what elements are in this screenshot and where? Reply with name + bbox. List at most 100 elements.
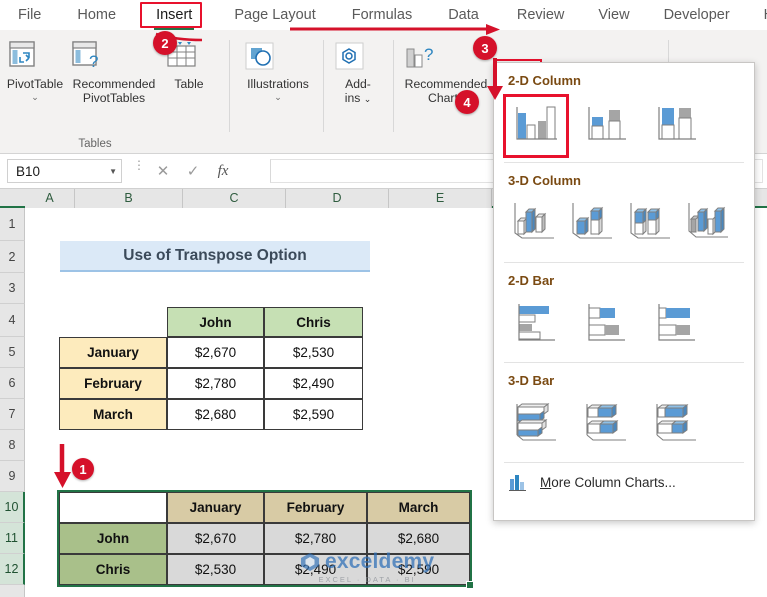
gallery-section-title-2d-bar: 2-D Bar — [508, 273, 555, 288]
gallery-item-100-stacked-bar[interactable] — [648, 294, 706, 352]
gallery-row-3d-column — [494, 192, 754, 262]
chevron-down-icon[interactable]: ⌄ — [240, 92, 316, 102]
source-table-header-john: John — [167, 307, 264, 337]
column-chart-gallery-dropdown[interactable]: 2-D Column 3-D Column 2-D Bar 3-D Bar Mo… — [493, 62, 755, 521]
cancel-x-icon[interactable]: ✕ — [148, 159, 178, 183]
gallery-item-3d-clustered-column[interactable] — [508, 194, 560, 252]
formula-bar-handle[interactable]: ⋮ — [133, 159, 145, 171]
illustrations-button[interactable]: Illustrations ⌄ — [240, 42, 316, 102]
gallery-item-clustered-column[interactable] — [508, 94, 566, 152]
tab-view[interactable]: View — [598, 3, 629, 27]
callout-arrow-column-chart — [290, 24, 500, 35]
source-table-cell-john-march: $2,680 — [167, 399, 264, 430]
recommended-pivottables-label: Recommended PivotTables — [72, 77, 156, 106]
tab-developer[interactable]: Developer — [664, 3, 730, 27]
more-charts-accel: M — [540, 474, 552, 490]
addins-icon — [330, 42, 386, 74]
row-header-4[interactable]: 4 — [0, 304, 25, 337]
source-table-row-label-february: February — [59, 368, 167, 399]
gallery-row-3d-bar — [494, 392, 754, 462]
recommended-pivottables-icon: ? — [68, 40, 160, 74]
column-header-d[interactable]: D — [286, 189, 389, 208]
transposed-table-header-january: January — [167, 492, 264, 523]
column-header-c[interactable]: C — [183, 189, 286, 208]
enter-check-icon[interactable]: ✓ — [178, 159, 208, 183]
gallery-item-3d-stacked-column[interactable] — [566, 194, 618, 252]
row-header-8[interactable]: 8 — [0, 430, 25, 461]
gallery-row-2d-bar — [494, 292, 754, 362]
transposed-table-cell-john-january: $2,670 — [167, 523, 264, 554]
addins-label: Add- — [345, 77, 371, 91]
tab-file[interactable]: File — [18, 3, 41, 27]
row-header-6[interactable]: 6 — [0, 368, 25, 399]
chevron-down-icon[interactable]: ⌄ — [2, 92, 68, 102]
column-header-b[interactable]: B — [75, 189, 183, 208]
transposed-table-cell-chris-march: $2,590 — [367, 554, 470, 585]
row-header-12[interactable]: 12 — [0, 554, 25, 585]
row-header-2[interactable]: 2 — [0, 241, 25, 273]
pivottable-button[interactable]: PivotTable ⌄ — [2, 40, 68, 102]
gallery-item-3d-column[interactable] — [682, 194, 734, 252]
source-table-cell-chris-january: $2,530 — [264, 337, 363, 368]
group-divider-1 — [229, 40, 230, 132]
gallery-item-stacked-column[interactable] — [578, 94, 636, 152]
row-header-7[interactable]: 7 — [0, 399, 25, 430]
row-header-10[interactable]: 10 — [0, 492, 25, 523]
gallery-section-title-3d-column: 3-D Column — [508, 173, 581, 188]
row-header-3[interactable]: 3 — [0, 273, 25, 304]
callout-badge-3: 3 — [473, 36, 497, 60]
source-table-row-label-march: March — [59, 399, 167, 430]
gallery-item-100-stacked-column[interactable] — [648, 94, 706, 152]
gallery-item-3d-clustered-bar[interactable] — [508, 394, 566, 452]
gallery-item-clustered-bar[interactable] — [508, 294, 566, 352]
recommended-pivottables-button[interactable]: ? Recommended PivotTables — [68, 40, 160, 105]
row-header-13[interactable] — [0, 585, 25, 597]
illustrations-label: Illustrations — [247, 77, 309, 91]
row-header-1[interactable]: 1 — [0, 208, 25, 241]
callout-badge-1: 1 — [72, 458, 94, 480]
svg-text:?: ? — [424, 45, 433, 64]
row-header-5[interactable]: 5 — [0, 337, 25, 368]
table-label: Table — [174, 77, 204, 91]
addins-label2: ins ⌄ — [344, 91, 372, 106]
gallery-item-stacked-bar[interactable] — [578, 294, 636, 352]
gallery-item-3d-stacked-bar[interactable] — [578, 394, 636, 452]
tab-home[interactable]: Home — [77, 3, 116, 27]
name-box-value: B10 — [16, 163, 41, 179]
callout-arrow-transposed-table — [54, 444, 71, 488]
group-label-tables: Tables — [78, 138, 112, 150]
column-header-e[interactable]: E — [389, 189, 492, 208]
tab-insert[interactable]: Insert — [154, 3, 195, 30]
pivottable-icon — [2, 40, 68, 74]
transposed-table-corner — [59, 492, 167, 523]
chevron-down-icon[interactable]: ⌄ — [364, 94, 372, 104]
transposed-table-cell-chris-february: $2,490 — [264, 554, 367, 585]
more-column-charts-label: More Column Charts... — [540, 475, 676, 490]
formula-buttons: ✕ ✓ fx — [148, 159, 238, 183]
source-table-header-chris: Chris — [264, 307, 363, 337]
transposed-table-header-february: February — [264, 492, 367, 523]
column-header-a[interactable]: A — [25, 189, 75, 208]
callout-badge-4: 4 — [455, 90, 479, 114]
gallery-item-3d-100-stacked-bar[interactable] — [648, 394, 706, 452]
source-table-cell-john-january: $2,670 — [167, 337, 264, 368]
transposed-table-cell-john-february: $2,780 — [264, 523, 367, 554]
gallery-row-2d-column — [494, 92, 754, 162]
row-header-9[interactable]: 9 — [0, 461, 25, 492]
transposed-table-cell-chris-january: $2,530 — [167, 554, 264, 585]
more-charts-rest: ore Column Charts... — [551, 474, 676, 490]
more-column-charts-menu-item[interactable]: More Column Charts... — [494, 463, 754, 501]
callout-badge-2: 2 — [153, 31, 177, 55]
gallery-item-3d-100-stacked-column[interactable] — [624, 194, 676, 252]
tab-help[interactable]: Help — [764, 3, 767, 27]
source-table-cell-chris-february: $2,490 — [264, 368, 363, 399]
source-table-cell-chris-march: $2,590 — [264, 399, 363, 430]
insert-function-fx-icon[interactable]: fx — [208, 159, 238, 183]
tab-review[interactable]: Review — [517, 3, 565, 27]
transposed-table-row-label-john: John — [59, 523, 167, 554]
name-box[interactable]: B10 ▼ — [7, 159, 122, 183]
gallery-section-title-2d-column: 2-D Column — [508, 73, 581, 88]
addins-button[interactable]: Add- ins ⌄ — [330, 42, 386, 105]
row-header-11[interactable]: 11 — [0, 523, 25, 554]
chevron-down-icon[interactable]: ▼ — [109, 167, 117, 176]
